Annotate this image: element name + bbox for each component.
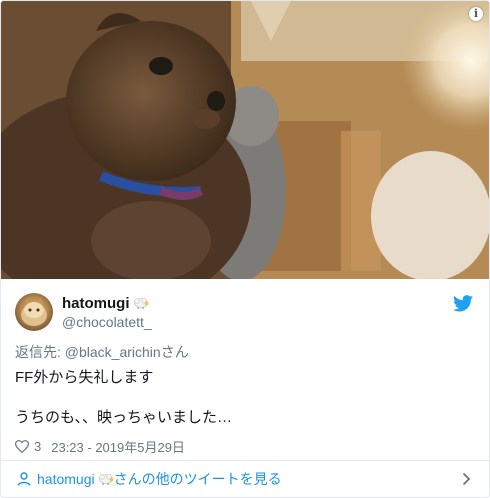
display-name[interactable]: hatomugi (62, 295, 149, 312)
heart-icon[interactable] (15, 439, 29, 453)
avatar[interactable] (15, 293, 53, 331)
reply-prefix: 返信先: (15, 344, 65, 360)
footer-suffix: さんの他のツイートを見る (113, 471, 282, 487)
avatar-cat-image (21, 298, 47, 326)
tweet-text: FF外から失礼します うちのも、、映っちゃいました… (15, 369, 233, 426)
reply-mention[interactable]: @black_arichinさん (65, 344, 189, 360)
tweet-meta: 3 23:23 - 2019年5月29日 (15, 436, 475, 456)
more-tweets-link[interactable]: hatomugi さんの他のツイートを見る (1, 460, 489, 497)
person-icon (17, 472, 31, 486)
sheep-emoji-icon (98, 473, 114, 485)
user-handle[interactable]: @chocolatett_ (62, 314, 152, 330)
tweet-photo[interactable]: i (1, 1, 489, 279)
sheep-emoji-icon (133, 297, 148, 309)
tweet-timestamp[interactable]: 23:23 - 2019年5月29日 (51, 437, 185, 456)
more-tweets-text[interactable]: hatomugi さんの他のツイートを見る (37, 469, 282, 489)
tweet-card: i hatomugi @chocolatett_ 返信先: @black_ari… (0, 0, 490, 498)
display-name-text: hatomugi (62, 295, 130, 312)
like-count[interactable]: 3 (34, 439, 41, 454)
tweet-body: 返信先: @black_arichinさん FF外から失礼します うちのも、、映… (1, 342, 489, 456)
cat-photo-illustration (1, 1, 489, 279)
twitter-bird-icon[interactable] (453, 295, 473, 312)
info-icon[interactable]: i (469, 7, 483, 21)
footer-user-name: hatomugi (37, 471, 95, 487)
reply-context: 返信先: @black_arichinさん (15, 342, 475, 362)
chevron-right-icon[interactable] (462, 472, 471, 486)
tweet-header: hatomugi @chocolatett_ (1, 279, 489, 339)
